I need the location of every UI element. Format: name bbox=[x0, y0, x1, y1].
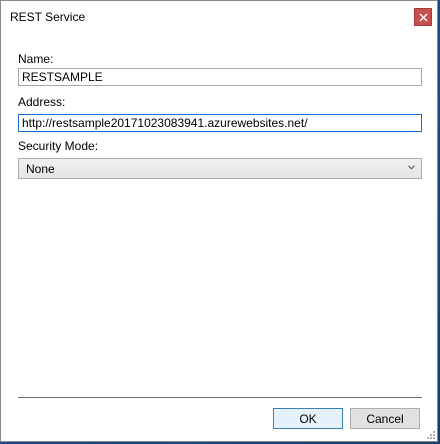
security-mode-value: None bbox=[26, 162, 55, 176]
dialog-title: REST Service bbox=[10, 10, 86, 24]
address-input[interactable] bbox=[18, 114, 422, 132]
cancel-button[interactable]: Cancel bbox=[350, 408, 420, 429]
security-mode-label: Security Mode: bbox=[18, 139, 99, 153]
title-bar[interactable]: REST Service bbox=[1, 1, 437, 33]
address-label: Address: bbox=[18, 95, 66, 109]
ok-button[interactable]: OK bbox=[273, 408, 343, 429]
security-mode-select[interactable]: None bbox=[18, 158, 422, 179]
name-label: Name: bbox=[18, 52, 54, 66]
close-icon bbox=[419, 13, 427, 21]
name-input[interactable] bbox=[18, 68, 422, 86]
rest-service-dialog: REST Service Name: Address: Security Mod… bbox=[0, 0, 438, 442]
chevron-down-icon bbox=[408, 165, 415, 170]
resize-grip-icon[interactable] bbox=[425, 429, 435, 439]
close-button[interactable] bbox=[414, 8, 432, 26]
footer-divider bbox=[18, 397, 422, 398]
